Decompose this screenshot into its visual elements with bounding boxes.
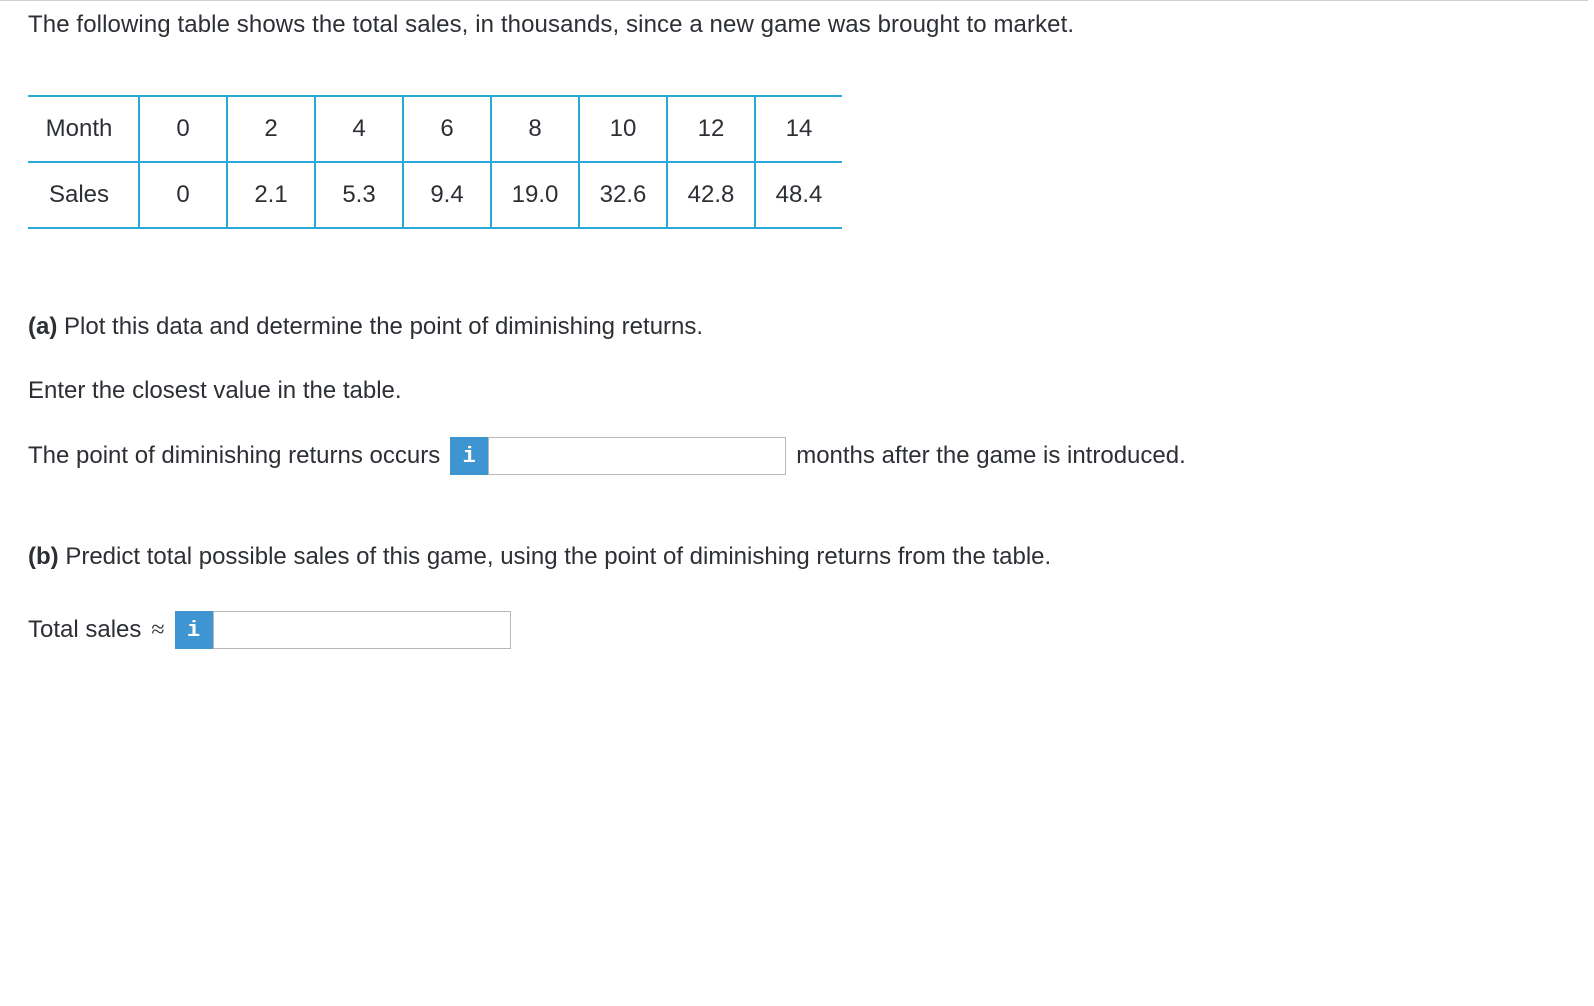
- data-table: Month 0 2 4 6 8 10 12 14 Sales 0 2.1 5.3…: [28, 95, 842, 229]
- row-label: Month: [28, 96, 139, 162]
- table-cell: 48.4: [755, 162, 842, 228]
- table-cell: 8: [491, 96, 579, 162]
- table-cell: 12: [667, 96, 755, 162]
- part-b-text: Predict total possible sales of this gam…: [59, 543, 1052, 570]
- info-icon[interactable]: i: [175, 611, 213, 649]
- problem-intro: The following table shows the total sale…: [28, 7, 1568, 43]
- table-cell: 14: [755, 96, 842, 162]
- table-row: Sales 0 2.1 5.3 9.4 19.0 32.6 42.8 48.4: [28, 162, 842, 228]
- table-cell: 6: [403, 96, 491, 162]
- part-b-answer-line: Total sales ≈ i: [28, 611, 1568, 649]
- table-cell: 32.6: [579, 162, 667, 228]
- row-label: Sales: [28, 162, 139, 228]
- part-a-hint: Enter the closest value in the table.: [28, 373, 1568, 409]
- table-cell: 4: [315, 96, 403, 162]
- part-a-answer-line: The point of diminishing returns occurs …: [28, 437, 1568, 475]
- table-cell: 19.0: [491, 162, 579, 228]
- table-cell: 2: [227, 96, 315, 162]
- info-icon[interactable]: i: [450, 437, 488, 475]
- part-a-trail: months after the game is introduced.: [796, 438, 1186, 474]
- table-cell: 0: [139, 96, 227, 162]
- part-a-input[interactable]: [488, 437, 786, 475]
- part-a-prompt: (a) Plot this data and determine the poi…: [28, 309, 1568, 345]
- part-a-text: Plot this data and determine the point o…: [57, 313, 703, 340]
- part-a-lead: The point of diminishing returns occurs: [28, 438, 440, 474]
- part-b-prompt: (b) Predict total possible sales of this…: [28, 539, 1568, 575]
- part-b-input[interactable]: [213, 611, 511, 649]
- table-cell: 5.3: [315, 162, 403, 228]
- part-b-lead: Total sales: [28, 612, 141, 648]
- table-cell: 2.1: [227, 162, 315, 228]
- part-b-label: (b): [28, 543, 59, 570]
- approx-symbol: ≈: [151, 612, 164, 648]
- table-cell: 42.8: [667, 162, 755, 228]
- table-cell: 10: [579, 96, 667, 162]
- table-row: Month 0 2 4 6 8 10 12 14: [28, 96, 842, 162]
- table-cell: 0: [139, 162, 227, 228]
- table-cell: 9.4: [403, 162, 491, 228]
- part-a-label: (a): [28, 313, 57, 340]
